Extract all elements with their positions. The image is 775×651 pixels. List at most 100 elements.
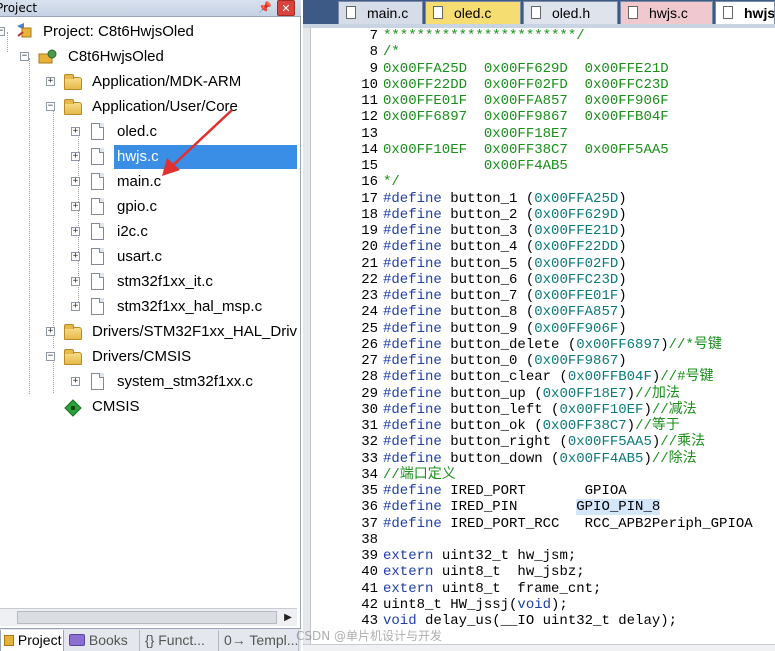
editor-tab-hwjs-active[interactable]: hwjs. (715, 1, 775, 24)
code-area[interactable]: 7 ***********************/ 8 /* 9 0x00FFA25D … (303, 28, 775, 644)
code-line[interactable]: //端口定义 (383, 467, 456, 483)
code-line[interactable]: #define button_right (0x00FF5AA5)//乘法 (383, 434, 705, 450)
expand-toggle[interactable]: + (71, 252, 80, 261)
code-line[interactable]: #define button_5 (0x00FF02FD) (383, 256, 627, 272)
code-line[interactable]: #define button_ok (0x00FF38C7)//等于 (383, 418, 680, 434)
code-line[interactable]: 0x00FFE01F 0x00FFA857 0x00FF906F (383, 93, 669, 109)
tab-books[interactable]: Books (66, 630, 140, 651)
tree-label: system_stm32f1xx.c (117, 373, 253, 390)
tree-file-main-c[interactable]: + main.c (0, 170, 297, 194)
line-number: 28 (361, 369, 378, 386)
line-number: 38 (361, 531, 378, 548)
code-line[interactable]: #define button_8 (0x00FFA857) (383, 304, 627, 320)
code-line[interactable]: #define button_4 (0x00FF22DD) (383, 239, 627, 255)
scrollbar-thumb[interactable] (17, 611, 277, 624)
tab-templates[interactable]: 0→ Templ... (221, 630, 299, 651)
tree-file-system-stm32f1xx-c[interactable]: + system_stm32f1xx.c (0, 370, 297, 394)
tree-root-project[interactable]: − Project: C8t6HwjsOled (0, 20, 297, 44)
editor-horizontal-scrollbar[interactable] (303, 644, 775, 651)
expand-toggle[interactable]: + (71, 377, 80, 386)
code-line[interactable]: #define IRED_PIN GPIO_PIN_8 (383, 499, 661, 516)
pin-icon[interactable]: 📌 (257, 0, 273, 16)
code-line[interactable]: 0x00FFA25D 0x00FF629D 0x00FFE21D (383, 61, 669, 77)
code-line[interactable]: #define button_6 (0x00FFC23D) (383, 272, 627, 288)
expand-toggle[interactable]: + (71, 302, 80, 311)
tree-file-gpio-c[interactable]: + gpio.c (0, 195, 297, 219)
code-line[interactable]: #define button_7 (0x00FFE01F) (383, 288, 627, 304)
expand-toggle[interactable]: + (71, 177, 80, 186)
code-line[interactable]: #define button_2 (0x00FF629D) (383, 207, 627, 223)
tree-file-hwjs-c[interactable]: + hwjs.c (0, 145, 297, 169)
close-icon[interactable]: ✕ (277, 0, 295, 16)
code-line[interactable]: #define button_9 (0x00FF906F) (383, 321, 627, 337)
line-number: 25 (361, 320, 378, 337)
project-pane-title: Project (0, 1, 38, 15)
line-number: 18 (361, 206, 378, 223)
code-line[interactable]: #define button_up (0x00FF18E7)//加法 (383, 386, 680, 402)
code-line[interactable]: /* (383, 44, 400, 60)
tree-folder-hal-driver[interactable]: + Drivers/STM32F1xx_HAL_Driver (0, 320, 297, 344)
code-line[interactable]: #define button_clear (0x00FFB04F)//#号键 (383, 369, 713, 385)
code-line[interactable]: #define button_delete (0x00FF6897)//*号键 (383, 337, 722, 353)
code-line[interactable]: 0x00FF18E7 (383, 126, 568, 142)
code-line[interactable]: #define button_left (0x00FF10EF)//减法 (383, 402, 697, 418)
line-number: 37 (361, 515, 378, 532)
scroll-right-arrow-icon[interactable]: ▶ (280, 610, 296, 626)
tree-label: usart.c (117, 248, 163, 265)
file-icon (91, 223, 104, 240)
project-horizontal-scrollbar[interactable]: ▶ (0, 608, 297, 626)
code-line[interactable]: #define IRED_PORT_RCC RCC_APB2Periph_GPI… (383, 516, 753, 532)
editor-tab-oled-c[interactable]: oled.c (425, 1, 521, 24)
collapse-toggle[interactable]: − (20, 52, 29, 61)
document-icon (628, 6, 638, 19)
line-number: 40 (361, 564, 378, 581)
expand-toggle[interactable]: + (46, 327, 55, 336)
expand-toggle[interactable]: + (71, 152, 80, 161)
tree-folder-mdk-arm[interactable]: + Application/MDK-ARM (0, 70, 297, 94)
line-number: 16 (361, 174, 378, 191)
code-line[interactable]: 0x00FF10EF 0x00FF38C7 0x00FF5AA5 (383, 142, 669, 158)
code-line[interactable]: #define button_down (0x00FF4AB5)//除法 (383, 451, 697, 467)
code-line[interactable]: 0x00FF22DD 0x00FF02FD 0x00FFC23D (383, 77, 669, 93)
tree-folder-cmsis[interactable]: − Drivers/CMSIS (0, 345, 297, 369)
code-line[interactable]: 0x00FF6897 0x00FF9867 0x00FFB04F (383, 109, 669, 125)
code-line[interactable]: extern uint32_t hw_jsm; (383, 548, 576, 564)
tree-file-stm32f1xx-it-c[interactable]: + stm32f1xx_it.c (0, 270, 297, 294)
code-line[interactable]: extern uint8_t frame_cnt; (383, 581, 601, 597)
tab-project[interactable]: Project (0, 630, 64, 651)
collapse-toggle[interactable]: − (46, 102, 55, 111)
expand-toggle[interactable]: + (71, 127, 80, 136)
project-pane: Project 📌 ✕ − Project: C8t6HwjsOled − C8… (0, 0, 301, 651)
expand-toggle[interactable]: + (71, 227, 80, 236)
code-line[interactable]: 0x00FF4AB5 (383, 158, 568, 174)
code-line[interactable]: extern uint8_t hw_jsbz; (383, 564, 585, 580)
expand-toggle[interactable]: + (71, 202, 80, 211)
line-number: 36 (361, 499, 378, 516)
expand-toggle[interactable]: + (71, 277, 80, 286)
tree-folder-user-core[interactable]: − Application/User/Core (0, 95, 297, 119)
tree-file-hal-msp-c[interactable]: + stm32f1xx_hal_msp.c (0, 295, 297, 319)
line-number: 26 (361, 336, 378, 353)
document-icon (723, 6, 733, 19)
tree-component-cmsis[interactable]: CMSIS (0, 395, 297, 419)
code-line[interactable]: ***********************/ (383, 28, 585, 44)
tree-file-i2c-c[interactable]: + i2c.c (0, 220, 297, 244)
code-line[interactable]: #define button_3 (0x00FFE21D) (383, 223, 627, 239)
code-line[interactable]: #define IRED_PORT GPIOA (383, 483, 627, 499)
line-number: 15 (361, 158, 378, 174)
code-line[interactable]: #define button_0 (0x00FF9867) (383, 353, 627, 369)
tree-file-usart-c[interactable]: + usart.c (0, 245, 297, 269)
code-line[interactable]: uint8_t HW_jssj(void); (383, 597, 568, 613)
code-line[interactable]: #define button_1 (0x00FFA25D) (383, 191, 627, 207)
tab-functions[interactable]: {} Funct... (142, 630, 219, 651)
collapse-toggle[interactable]: − (0, 27, 5, 36)
code-line[interactable]: */ (383, 174, 400, 190)
collapse-toggle[interactable]: − (46, 352, 55, 361)
editor-tab-oled-h[interactable]: oled.h (523, 1, 618, 24)
expand-toggle[interactable]: + (46, 77, 55, 86)
editor-tab-main-c[interactable]: main.c (338, 1, 423, 24)
tree-file-oled-c[interactable]: + oled.c (0, 120, 297, 144)
editor-tab-hwjs-c[interactable]: hwjs.c (620, 1, 713, 24)
tree-target[interactable]: − C8t6HwjsOled (0, 45, 297, 69)
tree-label: Drivers/STM32F1xx_HAL_Driver (92, 323, 297, 340)
